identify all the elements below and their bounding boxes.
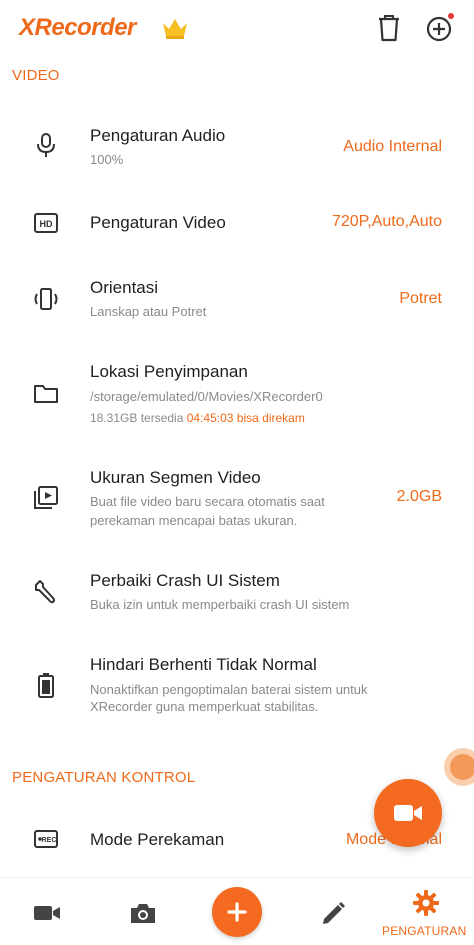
row-value: Potret bbox=[399, 290, 442, 307]
settings-row-video[interactable]: HD Pengaturan Video 720P,Auto,Auto bbox=[0, 200, 474, 246]
rec-icon: REC bbox=[34, 830, 58, 848]
crown-icon[interactable] bbox=[160, 16, 190, 40]
app-header: XRecorder bbox=[0, 0, 474, 58]
screen-rotation-icon bbox=[34, 288, 58, 310]
row-title: Pengaturan Video bbox=[90, 213, 226, 232]
settings-row-storage[interactable]: Lokasi Penyimpanan /storage/emulated/0/M… bbox=[0, 352, 474, 436]
row-subtitle: Buka izin untuk memperbaiki crash UI sis… bbox=[90, 597, 350, 612]
microphone-icon bbox=[37, 133, 55, 157]
record-duration: 04:45:03 bbox=[186, 411, 234, 425]
add-circle-icon[interactable] bbox=[424, 12, 454, 44]
app-logo: XRecorder bbox=[19, 14, 136, 41]
row-title: Hindari Berhenti Tidak Normal bbox=[90, 655, 317, 674]
battery-icon bbox=[38, 673, 54, 698]
svg-text:REC: REC bbox=[42, 837, 57, 844]
row-title: Pengaturan Audio bbox=[90, 126, 226, 145]
section-title-video: VIDEO bbox=[12, 67, 60, 84]
row-subtitle-line-1: Buat file video baru secara otomatis saa… bbox=[90, 494, 325, 509]
settings-row-segment-size[interactable]: Ukuran Segmen Video Buat file video baru… bbox=[0, 458, 474, 534]
video-library-icon bbox=[34, 486, 58, 509]
row-value: 720P,Auto,Auto bbox=[331, 213, 442, 230]
add-button[interactable] bbox=[212, 887, 262, 937]
section-title-controls: PENGATURAN KONTROL bbox=[12, 769, 196, 786]
floating-bubble-icon bbox=[450, 754, 474, 780]
settings-row-fix-crash[interactable]: Perbaiki Crash UI Sistem Buka izin untuk… bbox=[0, 562, 474, 618]
row-title: Ukuran Segmen Video bbox=[90, 468, 261, 487]
row-title: Perbaiki Crash UI Sistem bbox=[90, 571, 280, 590]
row-subtitle: Lanskap atau Potret bbox=[90, 304, 207, 319]
storage-available: 18.31GB tersedia bbox=[90, 411, 184, 425]
row-subtitle-line-2: perekaman mencapai batas ukuran. bbox=[90, 513, 298, 528]
gear-icon bbox=[413, 890, 439, 916]
floating-bubble[interactable] bbox=[444, 748, 474, 786]
row-value: Audio Internal bbox=[343, 138, 442, 155]
row-subtitle-line-2: XRecorder guna memperkuat stabilitas. bbox=[90, 699, 319, 714]
hd-icon: HD bbox=[34, 213, 58, 233]
folder-icon bbox=[34, 385, 58, 403]
settings-row-battery-optimization[interactable]: Hindari Berhenti Tidak Normal Nonaktifka… bbox=[0, 646, 474, 722]
row-title: Orientasi bbox=[90, 278, 159, 297]
pencil-icon[interactable] bbox=[318, 900, 348, 926]
storage-path: /storage/emulated/0/Movies/XRecorder0 bbox=[90, 389, 323, 404]
bottom-navigation: PENGATURAN bbox=[0, 877, 474, 945]
nav-label-settings: PENGATURAN bbox=[382, 924, 467, 938]
video-camera-icon[interactable] bbox=[32, 900, 62, 926]
settings-row-orientation[interactable]: Orientasi Lanskap atau Potret Potret bbox=[0, 270, 474, 330]
row-title: Lokasi Penyimpanan bbox=[90, 362, 248, 381]
row-subtitle: 100% bbox=[90, 152, 124, 167]
svg-text:HD: HD bbox=[40, 219, 53, 229]
record-fab-button[interactable] bbox=[374, 779, 442, 847]
storage-info: 18.31GB tersedia 04:45:03 bisa direkam bbox=[90, 409, 305, 428]
row-title: Mode Perekaman bbox=[90, 830, 225, 849]
plus-icon bbox=[227, 902, 247, 922]
settings-row-audio[interactable]: Pengaturan Audio 100% Audio Internal bbox=[0, 110, 474, 190]
record-duration-suffix: bisa direkam bbox=[236, 411, 305, 425]
record-video-icon bbox=[394, 805, 422, 821]
camera-icon[interactable] bbox=[128, 900, 158, 926]
trash-icon[interactable] bbox=[374, 12, 404, 44]
row-value: 2.0GB bbox=[396, 488, 442, 505]
wrench-icon bbox=[35, 580, 55, 604]
